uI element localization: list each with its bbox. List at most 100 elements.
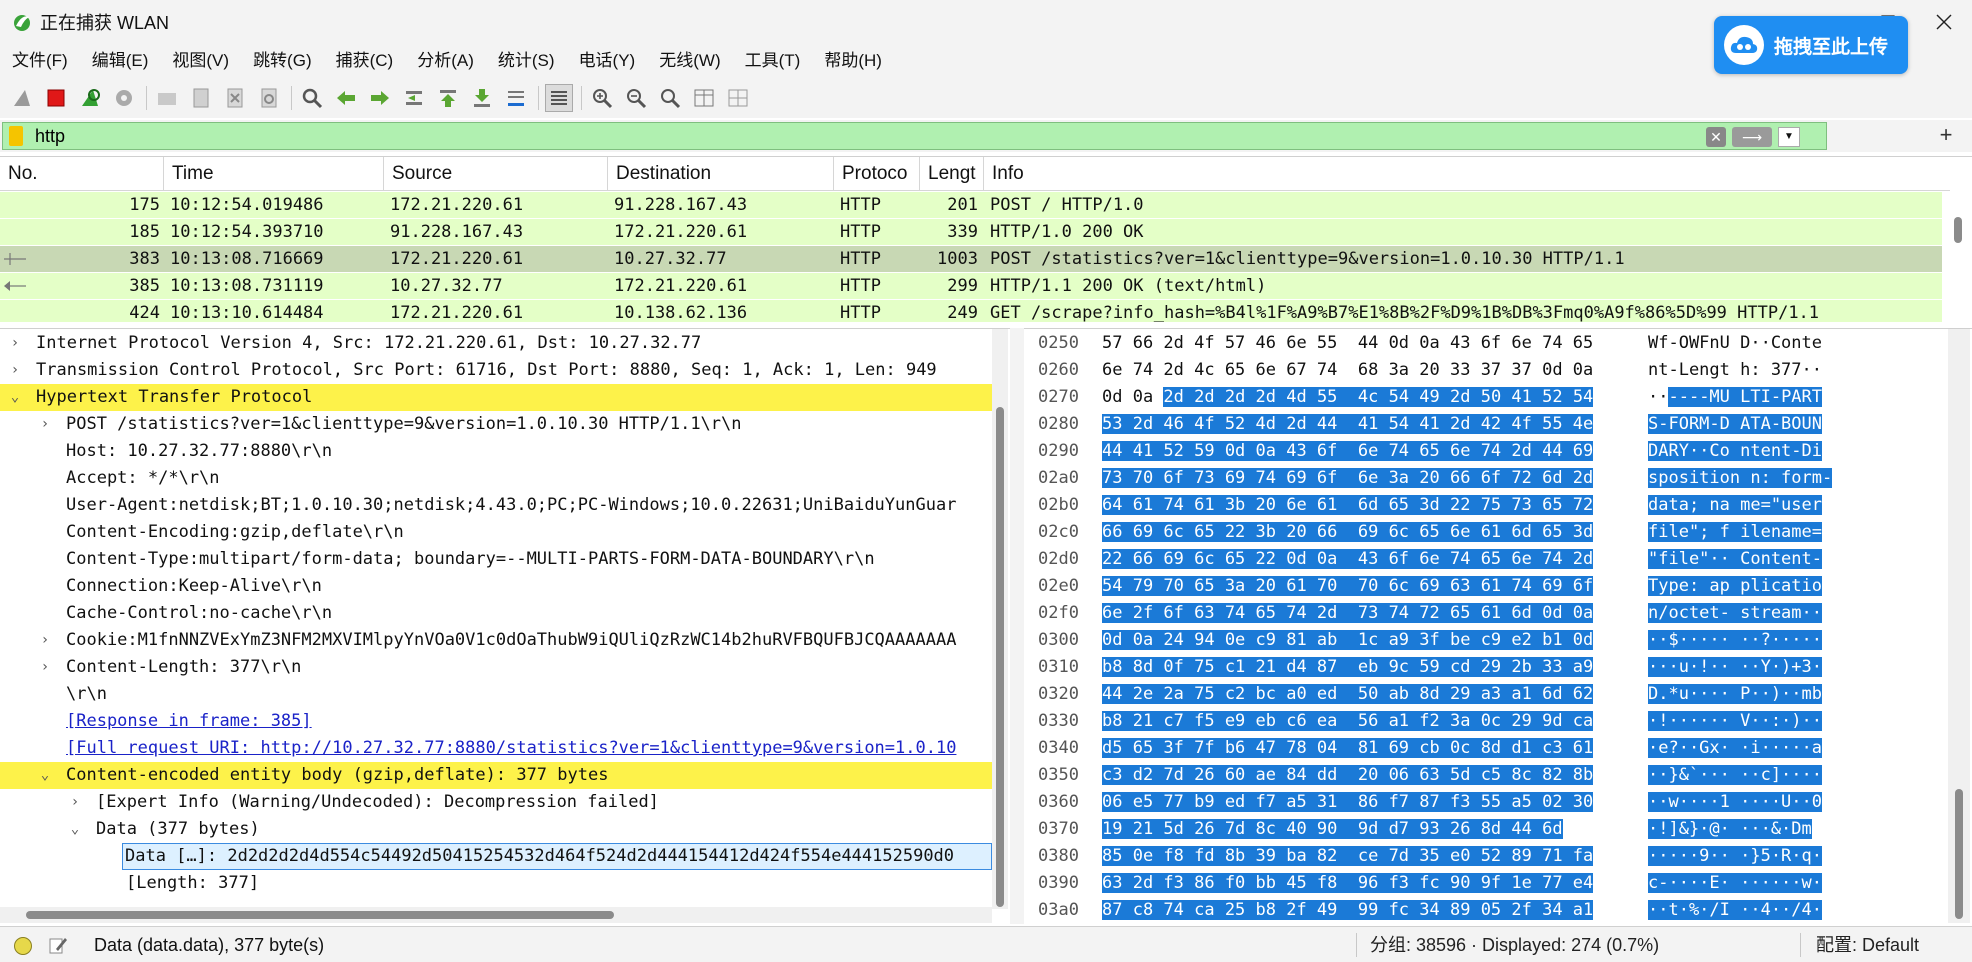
byte-ascii[interactable]: Type: ap plicatio [1648, 573, 1822, 600]
column-info[interactable]: Info [984, 157, 1950, 190]
go-last-button[interactable] [468, 84, 496, 112]
byte-hex[interactable]: d5 65 3f 7f b6 47 78 04 81 69 cb 0c 8d d… [1102, 735, 1594, 762]
menu-view[interactable]: 视图(V) [160, 44, 241, 78]
byte-hex[interactable]: c3 d2 7d 26 60 ae 84 dd 20 06 63 5d c5 8… [1102, 762, 1594, 789]
byte-ascii[interactable]: ···u·!·· ··Y·)+3· [1648, 654, 1822, 681]
tree-item-entity-body[interactable]: ⌄ Content-encoded entity body (gzip,defla… [0, 762, 992, 789]
close-file-button[interactable] [221, 84, 249, 112]
profile-selector[interactable]: 配置: Default [1816, 927, 1919, 962]
collapse-arrow-icon[interactable]: ⌄ [68, 816, 82, 843]
packet-list-scrollbar[interactable] [1948, 191, 1968, 321]
expand-arrow-icon[interactable]: › [38, 627, 52, 654]
details-horizontal-scrollbar[interactable] [0, 907, 992, 923]
byte-hex[interactable]: 85 0e f8 fd 8b 39 ba 82 ce 7d 35 e0 52 8… [1102, 843, 1594, 870]
byte-hex[interactable]: 73 70 6f 73 69 74 69 6f 6e 3a 20 66 6f 7… [1102, 465, 1594, 492]
collapse-arrow-icon[interactable]: ⌄ [38, 762, 52, 789]
bytes-vertical-scroll-thumb[interactable] [1955, 789, 1963, 919]
go-back-button[interactable] [332, 84, 360, 112]
tree-item-connection[interactable]: Connection:Keep-Alive\r\n [0, 573, 992, 600]
column-destination[interactable]: Destination [608, 157, 834, 190]
expand-arrow-icon[interactable]: › [8, 330, 22, 357]
details-vertical-scrollbar[interactable] [992, 329, 1008, 909]
open-file-button[interactable] [153, 84, 181, 112]
menu-statistics[interactable]: 统计(S) [486, 44, 567, 78]
menu-telephony[interactable]: 电话(Y) [567, 44, 648, 78]
menu-edit[interactable]: 编辑(E) [80, 44, 161, 78]
byte-hex[interactable]: 44 41 52 59 0d 0a 43 6f 6e 74 65 6e 74 2… [1102, 438, 1594, 465]
drag-upload-button[interactable]: 拖拽至此上传 [1714, 16, 1908, 74]
byte-ascii[interactable]: ·!]&}·@· ···&·Dm [1648, 816, 1812, 843]
tree-item-data-length[interactable]: [Length: 377] [0, 870, 992, 897]
byte-hex[interactable]: 0d 0a 2d 2d 2d 2d 4d 55 4c 54 49 2d 50 4… [1102, 384, 1594, 411]
tree-item-data-value-selected[interactable]: Data […]: 2d2d2d2d4d554c54492d5041525453… [0, 843, 992, 870]
byte-ascii[interactable]: c-····E· ······w· [1648, 870, 1822, 897]
menu-wireless[interactable]: 无线(W) [647, 44, 732, 78]
menu-analyze[interactable]: 分析(A) [405, 44, 486, 78]
go-forward-button[interactable] [366, 84, 394, 112]
autoscroll-button[interactable] [502, 84, 530, 112]
packet-list-scroll-thumb[interactable] [1954, 217, 1962, 243]
byte-ascii[interactable]: data; na me="user [1648, 492, 1822, 519]
pane-splitter[interactable] [1010, 328, 1024, 924]
byte-hex[interactable]: 54 79 70 65 3a 20 61 70 70 6c 69 63 61 7… [1102, 573, 1594, 600]
apply-filter-button[interactable]: ⟶ [1732, 127, 1772, 147]
add-filter-button[interactable]: + [1926, 120, 1966, 152]
column-no[interactable]: No. [0, 157, 164, 190]
byte-ascii[interactable]: ··w····1 ····U··0 [1648, 789, 1822, 816]
tree-item-accept[interactable]: Accept: */*\r\n [0, 465, 992, 492]
byte-ascii[interactable]: ··t·%·/I ··4··/4· [1648, 897, 1822, 924]
byte-hex[interactable]: 63 2d f3 86 f0 bb 45 f8 96 f3 fc 90 9f 1… [1102, 870, 1594, 897]
byte-hex[interactable]: b8 8d 0f 75 c1 21 d4 87 eb 9c 59 cd 29 2… [1102, 654, 1594, 681]
menu-capture[interactable]: 捕获(C) [324, 44, 406, 78]
packet-row[interactable]: 385 10:13:08.731119 10.27.32.77 172.21.2… [0, 273, 1942, 299]
byte-hex[interactable]: 0d 0a 24 94 0e c9 81 ab 1c a9 3f be c9 e… [1102, 627, 1594, 654]
packet-row[interactable]: 424 10:13:10.614484 172.21.220.61 10.138… [0, 300, 1942, 322]
byte-hex[interactable]: 06 e5 77 b9 ed f7 a5 31 86 f7 87 f3 55 a… [1102, 789, 1594, 816]
tree-item-request-line[interactable]: › POST /statistics?ver=1&clienttype=9&ver… [0, 411, 992, 438]
menu-go[interactable]: 跳转(G) [241, 44, 324, 78]
expert-info-indicator-icon[interactable] [14, 937, 32, 955]
full-request-uri-link[interactable]: [Full request URI: http://10.27.32.77:88… [0, 735, 992, 762]
byte-ascii[interactable]: D.*u···· P··)··mb [1648, 681, 1822, 708]
menu-file[interactable]: 文件(F) [0, 44, 80, 78]
menu-tools[interactable]: 工具(T) [733, 44, 813, 78]
tree-item-content-encoding[interactable]: Content-Encoding:gzip,deflate\r\n [0, 519, 992, 546]
byte-ascii[interactable]: ··----MU LTI-PART [1648, 384, 1823, 411]
byte-ascii[interactable]: sposition n: form- [1648, 465, 1833, 492]
expand-arrow-icon[interactable]: › [38, 654, 52, 681]
tree-item-http[interactable]: ⌄ Hypertext Transfer Protocol [0, 384, 992, 411]
tree-item-content-type[interactable]: Content-Type:multipart/form-data; bounda… [0, 546, 992, 573]
byte-hex[interactable]: 22 66 69 6c 65 22 0d 0a 43 6f 6e 74 65 6… [1102, 546, 1594, 573]
filter-history-dropdown[interactable]: ▼ [1778, 127, 1800, 147]
start-capture-button[interactable] [8, 84, 36, 112]
response-frame-link[interactable]: [Response in frame: 385] [0, 708, 992, 735]
byte-ascii[interactable]: nt-Lengt h: 377·· [1648, 357, 1822, 384]
colorize-button[interactable] [545, 84, 573, 112]
capture-comment-icon[interactable] [48, 935, 68, 955]
stop-capture-button[interactable] [42, 84, 70, 112]
layout-button[interactable] [724, 84, 752, 112]
tree-item-content-length[interactable]: › Content-Length: 377\r\n [0, 654, 992, 681]
capture-options-button[interactable] [110, 84, 138, 112]
byte-hex[interactable]: 87 c8 74 ca 25 b8 2f 49 99 fc 34 89 05 2… [1102, 897, 1594, 924]
byte-ascii[interactable]: n/octet- stream·· [1648, 600, 1822, 627]
column-protocol[interactable]: Protoco [834, 157, 920, 190]
collapse-arrow-icon[interactable]: ⌄ [8, 384, 22, 411]
go-to-packet-button[interactable] [400, 84, 428, 112]
display-filter-input[interactable] [35, 125, 1735, 147]
byte-hex[interactable]: b8 21 c7 f5 e9 eb c6 ea 56 a1 f2 3a 0c 2… [1102, 708, 1594, 735]
packet-row-selected[interactable]: 383 10:13:08.716669 172.21.220.61 10.27.… [0, 246, 1942, 272]
column-source[interactable]: Source [384, 157, 608, 190]
byte-hex[interactable]: 19 21 5d 26 7d 8c 40 90 9d d7 93 26 8d 4… [1102, 816, 1563, 843]
column-time[interactable]: Time [164, 157, 384, 190]
tree-item-cache-control[interactable]: Cache-Control:no-cache\r\n [0, 600, 992, 627]
tree-item-expert-info[interactable]: › [Expert Info (Warning/Undecoded): Decom… [0, 789, 992, 816]
byte-ascii[interactable]: S-FORM-D ATA-BOUN [1648, 411, 1822, 438]
resize-columns-button[interactable] [690, 84, 718, 112]
expand-arrow-icon[interactable]: › [68, 789, 82, 816]
byte-ascii[interactable]: ·!······ V··:·)·· [1648, 708, 1822, 735]
byte-ascii[interactable]: ·····9·· ·}5·R·q· [1648, 843, 1822, 870]
reload-file-button[interactable] [255, 84, 283, 112]
byte-hex[interactable]: 53 2d 46 4f 52 4d 2d 44 41 54 41 2d 42 4… [1102, 411, 1594, 438]
find-packet-button[interactable] [298, 84, 326, 112]
